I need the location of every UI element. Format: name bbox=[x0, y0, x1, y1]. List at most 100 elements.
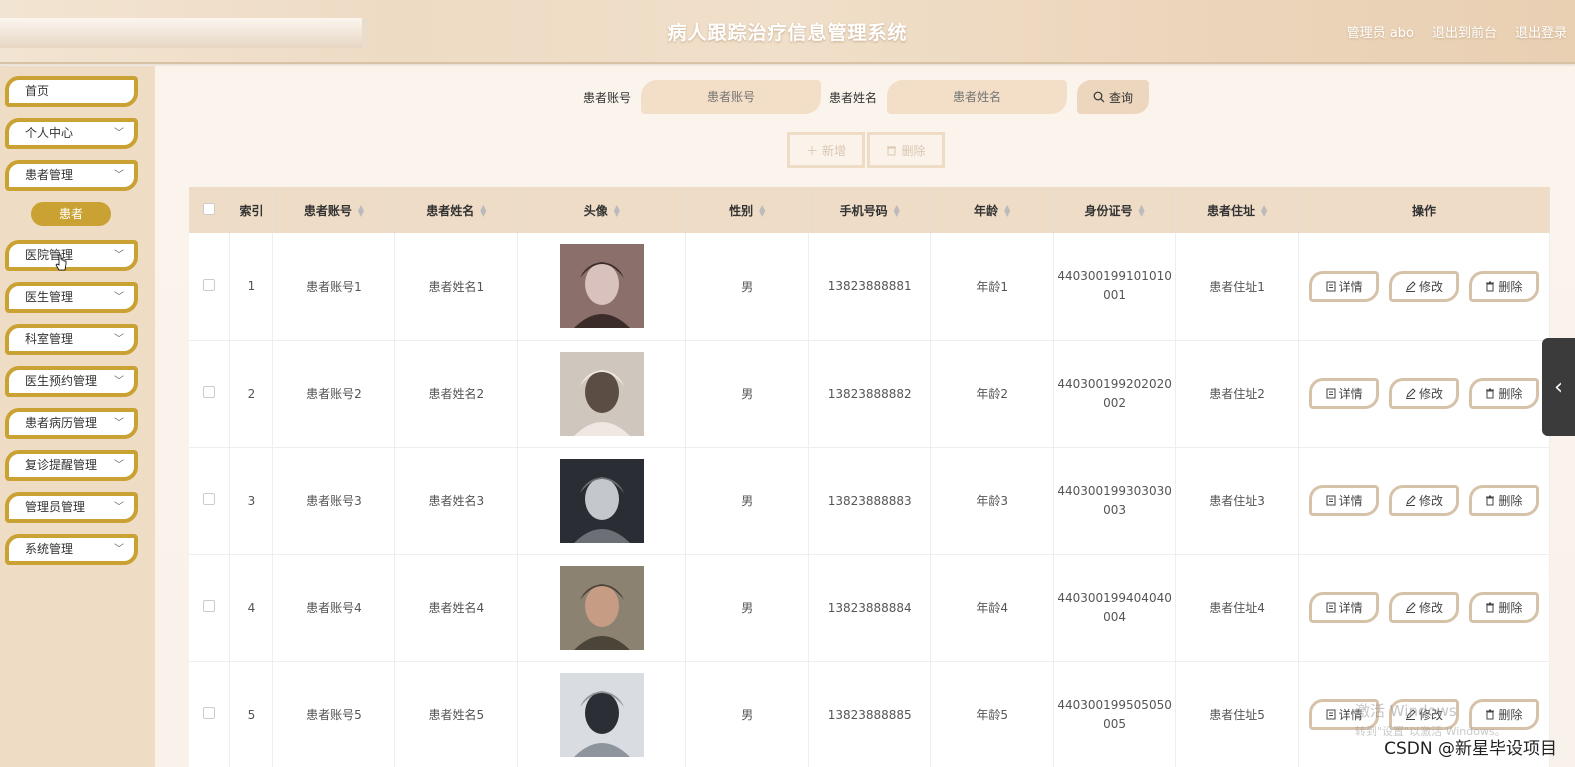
sidebar-item-department-mgmt[interactable]: 科室管理 ﹀ bbox=[5, 324, 138, 355]
search-bar: 患者账号 患者姓名 查询 bbox=[583, 80, 1150, 114]
account-search-input[interactable] bbox=[641, 80, 822, 114]
table-row: 2 患者账号2 患者姓名2 男 13823888882 年龄2 44030019… bbox=[189, 340, 1550, 448]
col-phone[interactable]: 手机号码 ▲ ▼ bbox=[808, 187, 932, 233]
col-age[interactable]: 年龄 ▲ ▼ bbox=[930, 187, 1055, 233]
sidebar-item-personal-center[interactable]: 个人中心 ﹀ bbox=[5, 118, 138, 149]
detail-label: 详情 bbox=[1338, 279, 1363, 294]
sidebar-item-followup-mgmt[interactable]: 复诊提醒管理 ﹀ bbox=[5, 450, 138, 481]
col-index: 索引 bbox=[229, 187, 274, 233]
row-checkbox[interactable] bbox=[203, 600, 216, 612]
logout-link[interactable]: 退出登录 bbox=[1515, 22, 1567, 41]
sidebar-item-label: 首页 bbox=[25, 84, 50, 98]
row-checkbox[interactable] bbox=[203, 278, 216, 291]
cell-idcard: 440300199303030 003 bbox=[1053, 447, 1177, 555]
edit-button[interactable]: 修改 bbox=[1389, 592, 1460, 623]
account-label: 患者账号 bbox=[583, 90, 632, 105]
row-select-cell bbox=[189, 340, 231, 448]
chevron-up-icon: ﹀ bbox=[114, 170, 124, 181]
cell-gender: 男 bbox=[685, 340, 810, 448]
col-avatar[interactable]: 头像 ▲ ▼ bbox=[517, 187, 687, 233]
query-button[interactable]: 查询 bbox=[1077, 80, 1150, 114]
cell-gender: 男 bbox=[685, 233, 810, 341]
detail-button[interactable]: 详情 bbox=[1309, 485, 1380, 516]
col-address[interactable]: 患者住址 ▲ ▼ bbox=[1175, 187, 1300, 233]
cell-index: 5 bbox=[229, 661, 274, 767]
cell-index: 3 bbox=[229, 447, 274, 555]
cell-avatar bbox=[517, 661, 687, 767]
cell-account: 患者账号5 bbox=[272, 661, 396, 767]
col-operations: 操作 bbox=[1298, 187, 1550, 233]
delete-label: 删除 bbox=[901, 143, 926, 158]
side-panel-toggle[interactable]: ‹ bbox=[1542, 338, 1575, 436]
detail-button[interactable]: 详情 bbox=[1309, 378, 1380, 409]
delete-label: 删除 bbox=[1498, 601, 1523, 615]
edit-button[interactable]: 修改 bbox=[1389, 485, 1460, 516]
cell-index: 4 bbox=[229, 554, 274, 662]
cell-index: 1 bbox=[229, 233, 274, 341]
chevron-down-icon: ﹀ bbox=[114, 128, 124, 139]
chevron-down-icon: ﹀ bbox=[114, 502, 124, 513]
row-select-cell bbox=[189, 447, 231, 555]
edit-label: 修改 bbox=[1419, 387, 1444, 401]
idcard-line-2: 002 bbox=[1103, 395, 1127, 410]
name-label: 患者姓名 bbox=[829, 90, 878, 105]
col-idcard[interactable]: 身份证号 ▲ ▼ bbox=[1053, 187, 1177, 233]
col-account[interactable]: 患者账号 ▲ ▼ bbox=[272, 187, 396, 233]
cell-idcard: 440300199404040 004 bbox=[1053, 554, 1177, 662]
sidebar-item-system-mgmt[interactable]: 系统管理 ﹀ bbox=[5, 534, 138, 565]
row-checkbox[interactable] bbox=[203, 707, 216, 719]
row-checkbox[interactable] bbox=[203, 386, 216, 398]
select-all-checkbox[interactable] bbox=[203, 202, 216, 215]
detail-label: 详情 bbox=[1338, 387, 1363, 401]
sidebar-item-home[interactable]: 首页 bbox=[5, 76, 138, 107]
col-label: 年龄 bbox=[974, 203, 999, 218]
document-icon bbox=[1326, 281, 1336, 292]
chevron-down-icon: ﹀ bbox=[114, 418, 124, 429]
row-delete-button[interactable]: 删除 bbox=[1468, 485, 1539, 516]
idcard-line-1: 440300199101010 bbox=[1057, 269, 1172, 284]
sidebar-subitem-patient[interactable]: 患者 bbox=[31, 202, 111, 226]
cell-avatar bbox=[517, 340, 687, 448]
top-header: 病人跟踪治疗信息管理系统 管理员 abo 退出到前台 退出登录 bbox=[0, 0, 1575, 64]
row-delete-button[interactable]: 删除 bbox=[1468, 378, 1539, 409]
row-checkbox[interactable] bbox=[203, 493, 216, 505]
sidebar-item-records-mgmt[interactable]: 患者病历管理 ﹀ bbox=[5, 408, 138, 439]
edit-button[interactable]: 修改 bbox=[1389, 270, 1460, 302]
col-gender[interactable]: 性别 ▲ ▼ bbox=[685, 187, 810, 233]
cell-age: 年龄4 bbox=[930, 554, 1055, 662]
cell-account: 患者账号1 bbox=[272, 233, 396, 341]
detail-button[interactable]: 详情 bbox=[1309, 270, 1380, 302]
cell-phone: 13823888884 bbox=[808, 554, 932, 662]
avatar bbox=[559, 351, 644, 436]
sidebar-item-patient-mgmt[interactable]: 患者管理 ﹀ bbox=[5, 160, 138, 191]
table-header-row: 索引 患者账号 ▲ ▼ 患者姓名 ▲ ▼ 头像 ▲ ▼ 性别 ▲ ▼ 手机号码 ▲ ▼ 年龄 ▲ ▼ 身… bbox=[189, 187, 1550, 233]
cell-name: 患者姓名4 bbox=[394, 554, 519, 662]
detail-button[interactable]: 详情 bbox=[1309, 592, 1380, 623]
idcard-line-1: 440300199505050 bbox=[1057, 697, 1172, 712]
add-button[interactable]: ＋ 新增 bbox=[787, 132, 865, 168]
cell-idcard: 440300199202020 002 bbox=[1053, 340, 1177, 448]
cell-phone: 13823888882 bbox=[808, 340, 932, 448]
search-icon bbox=[1093, 91, 1105, 103]
sidebar-item-label: 科室管理 bbox=[25, 332, 74, 346]
add-label: 新增 bbox=[822, 143, 847, 158]
plus-icon: ＋ bbox=[805, 143, 818, 158]
row-delete-button[interactable]: 删除 bbox=[1468, 592, 1539, 623]
bulk-delete-button[interactable]: 删除 bbox=[867, 132, 945, 168]
sidebar-item-admin-mgmt[interactable]: 管理员管理 ﹀ bbox=[5, 492, 138, 523]
trash-icon bbox=[1486, 709, 1495, 720]
cell-age: 年龄2 bbox=[930, 340, 1055, 448]
sidebar-item-doctor-mgmt[interactable]: 医生管理 ﹀ bbox=[5, 282, 138, 313]
sidebar-item-label: 患者病历管理 bbox=[25, 416, 98, 430]
sidebar-item-hospital-mgmt[interactable]: 医院管理 ﹀ bbox=[5, 240, 138, 271]
name-search-input[interactable] bbox=[887, 80, 1068, 114]
sidebar-item-label: 复诊提醒管理 bbox=[25, 458, 98, 472]
back-to-front-link[interactable]: 退出到前台 bbox=[1432, 22, 1497, 41]
sidebar-item-appointment-mgmt[interactable]: 医生预约管理 ﹀ bbox=[5, 366, 138, 397]
document-icon bbox=[1326, 602, 1336, 613]
edit-button[interactable]: 修改 bbox=[1389, 378, 1460, 409]
row-delete-button[interactable]: 删除 bbox=[1468, 270, 1539, 302]
col-name[interactable]: 患者姓名 ▲ ▼ bbox=[394, 187, 519, 233]
cell-avatar bbox=[517, 554, 687, 662]
bulk-actions: ＋ 新增 删除 bbox=[787, 132, 945, 168]
